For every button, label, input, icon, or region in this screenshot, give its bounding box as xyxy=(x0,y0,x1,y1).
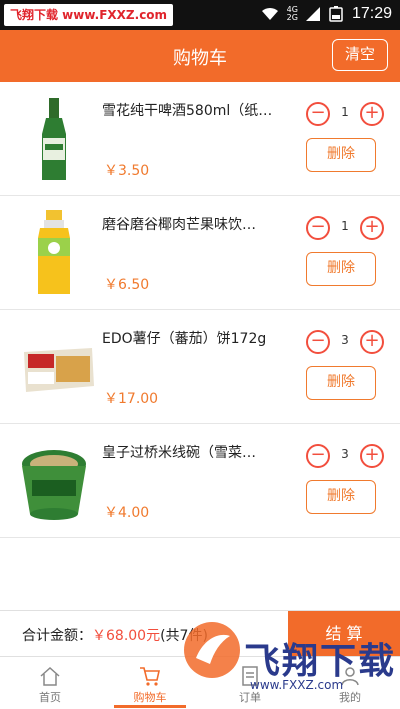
status-icons: 4G 2G 17:29 xyxy=(261,5,392,23)
tab-label: 购物车 xyxy=(133,691,167,704)
quantity-value: 1 xyxy=(341,219,349,233)
tab-profile[interactable]: 我的 xyxy=(300,657,400,709)
product-name[interactable]: EDO薯仔（蕃茄）饼172g xyxy=(102,328,282,348)
status-bar: 飞翔下载 www.FXXZ.com 4G 2G 17:29 xyxy=(0,0,400,30)
checkout-button[interactable]: 结 算 xyxy=(288,611,400,657)
quantity-value: 3 xyxy=(341,447,349,461)
cart-item: 皇子过桥米线碗（雪菜… ￥4.00 − 3 + 删除 xyxy=(0,424,400,538)
decrease-quantity-button[interactable]: − xyxy=(306,330,330,354)
total-count: (共7件) xyxy=(160,628,208,644)
tab-label: 首页 xyxy=(39,691,61,704)
signal-icon xyxy=(305,7,320,21)
quantity-stepper: − 1 + xyxy=(306,102,384,126)
increase-quantity-button[interactable]: + xyxy=(360,216,384,240)
product-name[interactable]: 皇子过桥米线碗（雪菜… xyxy=(102,442,282,462)
tab-home[interactable]: 首页 xyxy=(0,657,100,709)
product-image-beer xyxy=(42,98,66,180)
product-image-drink xyxy=(38,210,70,294)
decrease-quantity-button[interactable]: − xyxy=(306,444,330,468)
site-watermark: 飞翔下载 www.FXXZ.com xyxy=(4,4,174,26)
product-name[interactable]: 雪花纯干啤酒580ml（纸… xyxy=(102,100,282,120)
product-price: ￥4.00 xyxy=(104,505,150,521)
bottom-tab-bar: 首页 购物车 订单 我的 xyxy=(0,656,400,709)
delete-item-button[interactable]: 删除 xyxy=(306,366,376,400)
quantity-stepper: − 3 + xyxy=(306,330,384,354)
active-tab-indicator xyxy=(114,705,186,708)
delete-item-button[interactable]: 删除 xyxy=(306,480,376,514)
quantity-stepper: − 1 + xyxy=(306,216,384,240)
total-amount: ￥68.00元 xyxy=(92,628,161,644)
tab-label: 我的 xyxy=(339,691,361,704)
cart-item: 雪花纯干啤酒580ml（纸… ￥3.50 − 1 + 删除 xyxy=(0,82,400,196)
profile-icon xyxy=(341,667,359,686)
cart-icon xyxy=(140,667,160,686)
product-price: ￥17.00 xyxy=(104,391,159,407)
header-bar: 购物车 清空 xyxy=(0,30,400,82)
cart-item: 磨谷磨谷椰肉芒果味饮… ￥6.50 − 1 + 删除 xyxy=(0,196,400,310)
product-name[interactable]: 磨谷磨谷椰肉芒果味饮… xyxy=(102,214,282,234)
clock: 17:29 xyxy=(351,5,392,22)
increase-quantity-button[interactable]: + xyxy=(360,102,384,126)
cart-list: 雪花纯干啤酒580ml（纸… ￥3.50 − 1 + 删除 磨谷磨谷椰肉芒果味饮… xyxy=(0,82,400,610)
home-icon xyxy=(40,666,60,686)
product-price: ￥3.50 xyxy=(104,163,150,179)
quantity-value: 3 xyxy=(341,333,349,347)
product-image-noodle-bowl xyxy=(22,450,86,520)
clear-cart-button[interactable]: 清空 xyxy=(332,39,388,71)
quantity-value: 1 xyxy=(341,105,349,119)
quantity-stepper: − 3 + xyxy=(306,444,384,468)
decrease-quantity-button[interactable]: − xyxy=(306,102,330,126)
battery-icon xyxy=(329,6,343,22)
network-type: 4G 2G xyxy=(287,6,298,22)
product-price: ￥6.50 xyxy=(104,277,150,293)
delete-item-button[interactable]: 删除 xyxy=(306,252,376,286)
increase-quantity-button[interactable]: + xyxy=(360,444,384,468)
tab-orders[interactable]: 订单 xyxy=(200,657,300,709)
total-prefix: 合计金额： xyxy=(22,628,92,644)
total-bar: 合计金额：￥68.00元(共7件) 结 算 xyxy=(0,610,400,657)
decrease-quantity-button[interactable]: − xyxy=(306,216,330,240)
delete-item-button[interactable]: 删除 xyxy=(306,138,376,172)
tab-label: 订单 xyxy=(239,691,261,704)
tab-cart[interactable]: 购物车 xyxy=(100,657,200,709)
network-type-bottom: 2G xyxy=(286,13,298,22)
increase-quantity-button[interactable]: + xyxy=(360,330,384,354)
cart-item: EDO薯仔（蕃茄）饼172g ￥17.00 − 3 + 删除 xyxy=(0,310,400,424)
total-summary: 合计金额：￥68.00元(共7件) xyxy=(22,625,208,645)
wifi-icon xyxy=(261,7,278,20)
order-icon xyxy=(242,666,258,686)
product-image-crackers xyxy=(24,348,94,392)
